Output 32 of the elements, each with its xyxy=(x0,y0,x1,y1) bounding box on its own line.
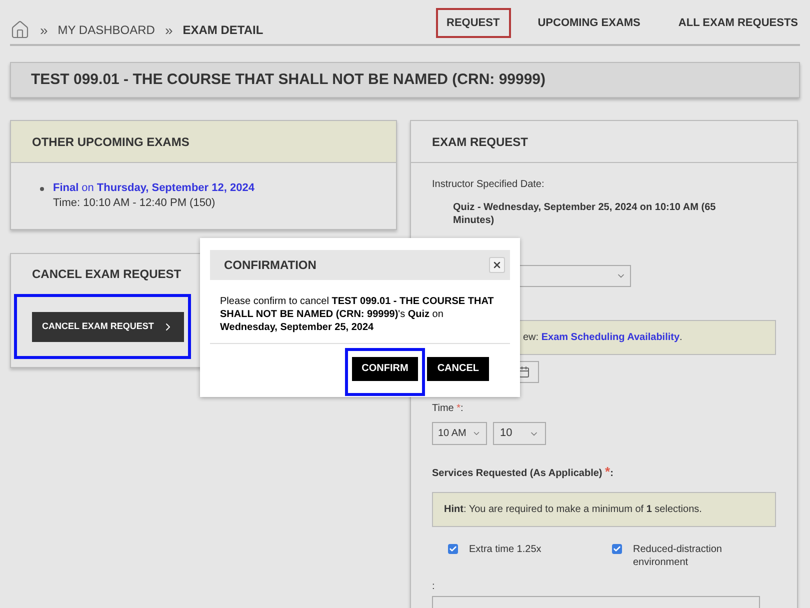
services-hint: Hint: You are required to make a minimum of 1 selections. xyxy=(444,502,702,516)
course-title: TEST 099.01 - THE COURSE THAT SHALL NOT BE NAMED (CRN: 99999) xyxy=(31,70,546,90)
exam-date-link[interactable]: Thursday, September 12, 2024 xyxy=(96,181,254,196)
cancel-exam-request-button[interactable]: CANCEL EXAM REQUEST xyxy=(32,312,184,342)
notes-label: : xyxy=(432,580,436,592)
nav-link[interactable]: ALL EXAM REQUESTS xyxy=(667,8,800,38)
exam-joiner: on xyxy=(82,181,94,196)
hour-select[interactable]: 10 AM xyxy=(432,422,487,445)
breadcrumb-separator: » xyxy=(164,20,173,40)
card-title: OTHER UPCOMING EXAMS xyxy=(32,134,190,150)
exam-time: Time: 10:10 AM - 12:40 PM (150) xyxy=(53,196,216,211)
instructor-date-label: Instructor Specified Date: xyxy=(432,178,546,192)
breadcrumb-separator: » xyxy=(40,20,48,40)
minute-select[interactable]: 10 xyxy=(493,422,546,445)
services-label: Services Requested (As Applicable) *: xyxy=(432,463,614,481)
dialog-title: CONFIRMATION xyxy=(224,257,316,274)
dialog-button[interactable]: CONFIRM xyxy=(352,356,418,380)
breadcrumb-link[interactable]: MY DASHBOARD xyxy=(58,21,155,39)
dialog-message: Please confirm to cancel TEST 099.01 - THE COURSE THAT SHALL NOT BE NAMED (CRN: 99999)'s Quiz on Wednesday, September 25, 2024 xyxy=(210,280,510,344)
card-title: CANCEL EXAM REQUEST xyxy=(32,266,182,283)
instructor-date: Quiz - Wednesday, September 25, 2024 on 10:10 AM (65 Minutes) xyxy=(453,201,717,227)
nav-link[interactable]: UPCOMING EXAMS xyxy=(526,8,652,38)
availability-link[interactable]: Exam Scheduling Availability xyxy=(541,332,680,343)
exam-link[interactable]: Final xyxy=(53,181,79,196)
time-label: Time *: xyxy=(432,402,464,416)
service-option-label: Extra time 1.25x xyxy=(469,542,542,556)
breadcrumb-link[interactable]: EXAM DETAIL xyxy=(182,21,264,39)
service-option-label: Reduced-distraction environment xyxy=(633,542,723,568)
dialog-button[interactable]: CANCEL xyxy=(427,356,489,380)
nav-link[interactable]: REQUEST xyxy=(436,8,511,38)
panel-title: EXAM REQUEST xyxy=(432,134,528,150)
availability-hint: ew: Exam Scheduling Availability. xyxy=(523,331,682,345)
